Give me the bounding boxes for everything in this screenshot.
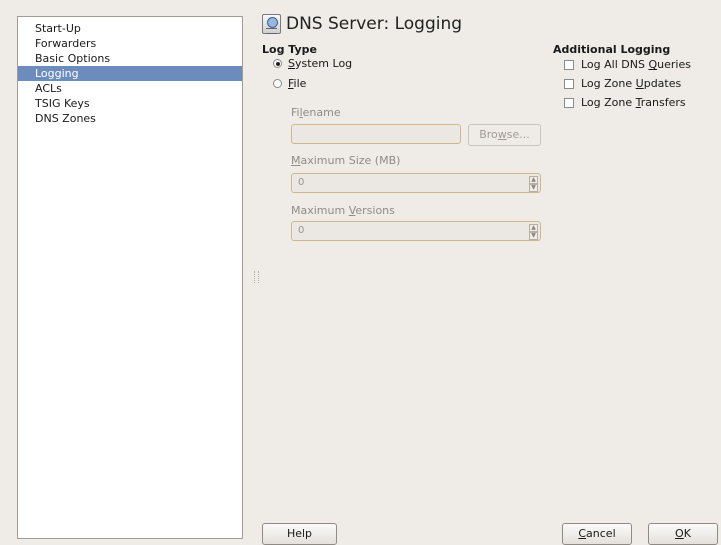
- max-size-stepper[interactable]: ▲ ▼: [529, 176, 538, 192]
- dns-server-icon: [262, 14, 281, 34]
- ok-button[interactable]: OK: [648, 523, 718, 545]
- max-versions-spinbox[interactable]: 0 ▲ ▼: [291, 221, 541, 241]
- sidebar-item-forwarders[interactable]: Forwarders: [18, 36, 242, 51]
- checkbox-log-zone-transfers-label: Log Zone Transfers: [581, 96, 686, 109]
- spin-up-icon[interactable]: ▲: [529, 224, 538, 232]
- sidebar-item-basic-options[interactable]: Basic Options: [18, 51, 242, 66]
- sidebar-item-acls[interactable]: ACLs: [18, 81, 242, 96]
- max-size-spinbox[interactable]: 0 ▲ ▼: [291, 173, 541, 193]
- filename-input[interactable]: [291, 124, 461, 144]
- help-button[interactable]: Help: [262, 523, 337, 545]
- radio-system-log-indicator[interactable]: [273, 59, 282, 68]
- max-versions-label: Maximum Versions: [291, 204, 395, 217]
- checkbox-log-zone-updates[interactable]: Log Zone Updates: [564, 77, 681, 90]
- max-versions-stepper[interactable]: ▲ ▼: [529, 224, 538, 240]
- checkbox-log-zone-transfers[interactable]: Log Zone Transfers: [564, 96, 686, 109]
- radio-file-indicator[interactable]: [273, 79, 282, 88]
- max-versions-value: 0: [298, 225, 305, 236]
- log-type-heading: Log Type: [262, 43, 317, 56]
- radio-system-log[interactable]: System Log: [273, 57, 352, 70]
- checkbox-log-all-dns-queries-label: Log All DNS Queries: [581, 58, 691, 71]
- radio-file-label: File: [288, 77, 307, 90]
- page-title-label: DNS Server: Logging: [286, 14, 463, 34]
- sidebar-item-start-up[interactable]: Start-Up: [18, 21, 242, 36]
- checkbox-log-all-dns-queries-box[interactable]: [564, 59, 574, 70]
- spin-down-icon[interactable]: ▼: [529, 184, 538, 192]
- spin-up-icon[interactable]: ▲: [529, 176, 538, 184]
- checkbox-log-zone-updates-box[interactable]: [564, 78, 574, 89]
- additional-logging-heading: Additional Logging: [553, 43, 671, 56]
- pane-splitter-handle[interactable]: [254, 271, 259, 283]
- max-size-label: Maximum Size (MB): [291, 154, 401, 167]
- cancel-button[interactable]: Cancel: [562, 523, 632, 545]
- browse-button[interactable]: Browse...: [468, 124, 541, 146]
- filename-label: Filename: [291, 106, 341, 119]
- checkbox-log-zone-transfers-box[interactable]: [564, 97, 574, 108]
- checkbox-log-zone-updates-label: Log Zone Updates: [581, 77, 682, 90]
- sidebar-item-tsig-keys[interactable]: TSIG Keys: [18, 96, 242, 111]
- max-size-value: 0: [298, 177, 305, 188]
- page-title: DNS Server: Logging: [262, 12, 462, 36]
- spin-down-icon[interactable]: ▼: [529, 232, 538, 240]
- sidebar-item-logging[interactable]: Logging: [18, 66, 242, 81]
- checkbox-log-all-dns-queries[interactable]: Log All DNS Queries: [564, 58, 691, 71]
- radio-file[interactable]: File: [273, 77, 306, 90]
- sidebar-item-dns-zones[interactable]: DNS Zones: [18, 111, 242, 126]
- radio-system-log-label: System Log: [288, 57, 353, 70]
- sidebar-tree[interactable]: Start-Up Forwarders Basic Options Loggin…: [17, 16, 243, 539]
